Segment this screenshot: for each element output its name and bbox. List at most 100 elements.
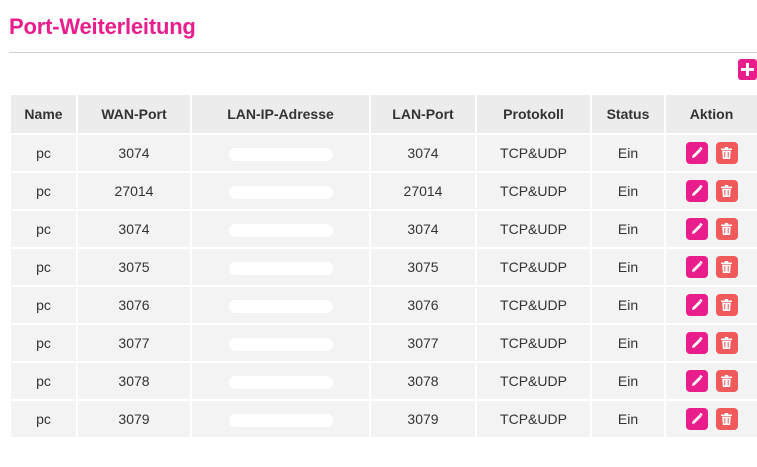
delete-button[interactable]: [715, 142, 738, 164]
cell-lan-port: 27014: [369, 171, 477, 211]
delete-button[interactable]: [715, 294, 738, 316]
cell-lan-ip: [190, 133, 371, 173]
table-row: pc 27014 27014 TCP&UDP Ein: [9, 171, 757, 211]
pencil-icon: [691, 337, 703, 349]
trash-icon: [721, 147, 732, 159]
cell-name: pc: [9, 361, 78, 401]
edit-button[interactable]: [685, 180, 708, 202]
cell-lan-ip: [190, 171, 371, 211]
trash-icon: [721, 299, 732, 311]
cell-status: Ein: [590, 285, 666, 325]
pencil-icon: [691, 413, 703, 425]
redacted-ip: [228, 337, 333, 351]
cell-protocol: TCP&UDP: [475, 133, 592, 173]
header-action: Aktion: [664, 93, 757, 135]
cell-name: pc: [9, 209, 78, 249]
table-row: pc 3075 3075 TCP&UDP Ein: [9, 247, 757, 287]
cell-lan-port: 3078: [369, 361, 477, 401]
trash-icon: [721, 223, 732, 235]
cell-protocol: TCP&UDP: [475, 361, 592, 401]
header-lan-port: LAN-Port: [369, 93, 477, 135]
redacted-ip: [228, 223, 333, 237]
cell-wan-port: 3077: [76, 323, 192, 363]
cell-wan-port: 3078: [76, 361, 192, 401]
cell-protocol: TCP&UDP: [475, 209, 592, 249]
cell-name: pc: [9, 171, 78, 211]
cell-lan-ip: [190, 285, 371, 325]
delete-button[interactable]: [715, 256, 738, 278]
cell-action: [664, 285, 757, 325]
cell-lan-port: 3074: [369, 133, 477, 173]
edit-button[interactable]: [685, 332, 708, 354]
cell-wan-port: 3079: [76, 399, 192, 439]
trash-icon: [721, 185, 732, 197]
table-row: pc 3074 3074 TCP&UDP Ein: [9, 133, 757, 173]
edit-button[interactable]: [685, 294, 708, 316]
cell-lan-port: 3079: [369, 399, 477, 439]
cell-protocol: TCP&UDP: [475, 323, 592, 363]
header-status: Status: [590, 93, 666, 135]
add-rule-button[interactable]: [738, 59, 757, 80]
title-divider: [9, 52, 757, 53]
pencil-icon: [691, 185, 703, 197]
delete-button[interactable]: [715, 370, 738, 392]
edit-button[interactable]: [685, 142, 708, 164]
table-row: pc 3079 3079 TCP&UDP Ein: [9, 399, 757, 439]
cell-name: pc: [9, 323, 78, 363]
cell-lan-port: 3074: [369, 209, 477, 249]
cell-status: Ein: [590, 361, 666, 401]
cell-action: [664, 323, 757, 363]
cell-action: [664, 209, 757, 249]
header-lan-ip: LAN-IP-Adresse: [190, 93, 371, 135]
cell-name: pc: [9, 133, 78, 173]
cell-wan-port: 27014: [76, 171, 192, 211]
cell-wan-port: 3074: [76, 209, 192, 249]
cell-action: [664, 247, 757, 287]
header-protocol: Protokoll: [475, 93, 592, 135]
cell-protocol: TCP&UDP: [475, 171, 592, 211]
cell-status: Ein: [590, 247, 666, 287]
redacted-ip: [228, 261, 333, 275]
cell-lan-ip: [190, 399, 371, 439]
delete-button[interactable]: [715, 180, 738, 202]
pencil-icon: [691, 147, 703, 159]
cell-name: pc: [9, 247, 78, 287]
table-row: pc 3078 3078 TCP&UDP Ein: [9, 361, 757, 401]
pencil-icon: [691, 261, 703, 273]
header-name: Name: [9, 93, 78, 135]
pencil-icon: [691, 375, 703, 387]
redacted-ip: [228, 299, 333, 313]
cell-protocol: TCP&UDP: [475, 399, 592, 439]
delete-button[interactable]: [715, 408, 738, 430]
edit-button[interactable]: [685, 370, 708, 392]
cell-action: [664, 399, 757, 439]
cell-action: [664, 171, 757, 211]
edit-button[interactable]: [685, 408, 708, 430]
delete-button[interactable]: [715, 218, 738, 240]
table-row: pc 3077 3077 TCP&UDP Ein: [9, 323, 757, 363]
redacted-ip: [228, 185, 333, 199]
table-row: pc 3076 3076 TCP&UDP Ein: [9, 285, 757, 325]
pencil-icon: [691, 223, 703, 235]
cell-lan-ip: [190, 209, 371, 249]
cell-wan-port: 3076: [76, 285, 192, 325]
cell-name: pc: [9, 285, 78, 325]
edit-button[interactable]: [685, 218, 708, 240]
cell-action: [664, 133, 757, 173]
redacted-ip: [228, 413, 333, 427]
cell-lan-ip: [190, 247, 371, 287]
redacted-ip: [228, 147, 333, 161]
trash-icon: [721, 413, 732, 425]
trash-icon: [721, 375, 732, 387]
cell-status: Ein: [590, 399, 666, 439]
cell-action: [664, 361, 757, 401]
cell-status: Ein: [590, 209, 666, 249]
cell-status: Ein: [590, 171, 666, 211]
cell-status: Ein: [590, 323, 666, 363]
header-wan-port: WAN-Port: [76, 93, 192, 135]
cell-wan-port: 3074: [76, 133, 192, 173]
edit-button[interactable]: [685, 256, 708, 278]
cell-status: Ein: [590, 133, 666, 173]
cell-lan-ip: [190, 361, 371, 401]
delete-button[interactable]: [715, 332, 738, 354]
